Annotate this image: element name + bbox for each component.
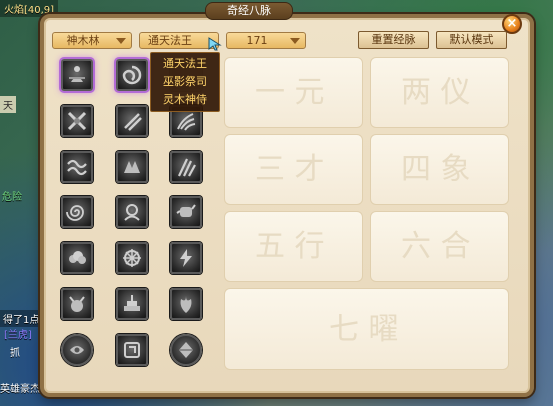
slot-glyph: 六 合 <box>401 229 471 264</box>
menu-item-tongtian-fawang[interactable]: 通天法王 <box>151 55 219 73</box>
tree-dropdown[interactable]: 神木林 <box>52 32 132 49</box>
menu-item-lingmu-shenshi[interactable]: 灵木神侍 <box>151 91 219 109</box>
meditation-icon[interactable] <box>61 59 93 91</box>
meridian-slot-1[interactable]: 一 元 <box>224 57 363 128</box>
slot-glyph: 七 曜 <box>329 312 399 347</box>
scene-chat-player[interactable]: [兰虎] <box>4 326 32 341</box>
phoenix-icon[interactable] <box>170 288 202 320</box>
branch-dropdown-label: 通天法王 <box>148 34 192 47</box>
slash-icon[interactable] <box>116 105 148 137</box>
swirl-icon[interactable] <box>61 196 93 228</box>
meridian-slot-3[interactable]: 三 才 <box>224 134 363 205</box>
demon-icon[interactable] <box>61 288 93 320</box>
scene-chat-line-2: 抓 <box>10 348 20 359</box>
meridian-slot-5[interactable]: 五 行 <box>224 211 363 282</box>
orb-icon[interactable] <box>61 334 93 366</box>
window-title: 奇经八脉 <box>205 2 293 20</box>
slot-glyph: 五 行 <box>255 229 325 264</box>
spirit-icon[interactable] <box>116 196 148 228</box>
menu-item-wuying-jisi[interactable]: 巫影祭司 <box>151 73 219 91</box>
gem-icon[interactable] <box>170 334 202 366</box>
seal-icon[interactable] <box>116 334 148 366</box>
meridian-slot-7[interactable]: 七 曜 <box>224 288 509 370</box>
slot-glyph: 四 象 <box>401 152 471 187</box>
fist-icon[interactable] <box>170 196 202 228</box>
scene-bottom-text: 英雄豪杰 <box>0 384 40 395</box>
slot-glyph: 两 仪 <box>401 75 471 110</box>
tree-dropdown-label: 神木林 <box>66 34 100 47</box>
reset-meridian-button[interactable]: 重置经脉 <box>358 31 429 49</box>
points-dropdown[interactable]: 171 <box>226 32 306 49</box>
default-mode-button[interactable]: 默认模式 <box>436 31 507 49</box>
chevron-down-icon <box>116 38 126 44</box>
meridian-slot-2[interactable]: 两 仪 <box>370 57 509 128</box>
vortex-icon[interactable] <box>116 59 148 91</box>
lightning-icon[interactable] <box>170 242 202 274</box>
altar-icon[interactable] <box>116 288 148 320</box>
wave-icon[interactable] <box>61 151 93 183</box>
beast-icon[interactable] <box>116 151 148 183</box>
scene-chat-tab[interactable]: 天 <box>0 96 16 113</box>
crossed-blades-icon[interactable] <box>61 105 93 137</box>
slot-glyph: 三 才 <box>255 152 325 187</box>
meridian-slot-4[interactable]: 四 象 <box>370 134 509 205</box>
cloud-icon[interactable] <box>61 242 93 274</box>
claw-strike-icon[interactable] <box>170 151 202 183</box>
chevron-down-icon <box>290 38 300 44</box>
meridian-slot-6[interactable]: 六 合 <box>370 211 509 282</box>
branch-dropdown[interactable]: 通天法王 <box>139 32 222 51</box>
slot-glyph: 一 元 <box>255 75 325 110</box>
wheel-icon[interactable] <box>116 242 148 274</box>
points-dropdown-label: 171 <box>246 34 268 47</box>
branch-dropdown-menu: 通天法王 巫影祭司 灵木神侍 <box>150 52 220 112</box>
scene-warning-text: 危险 <box>2 192 22 203</box>
